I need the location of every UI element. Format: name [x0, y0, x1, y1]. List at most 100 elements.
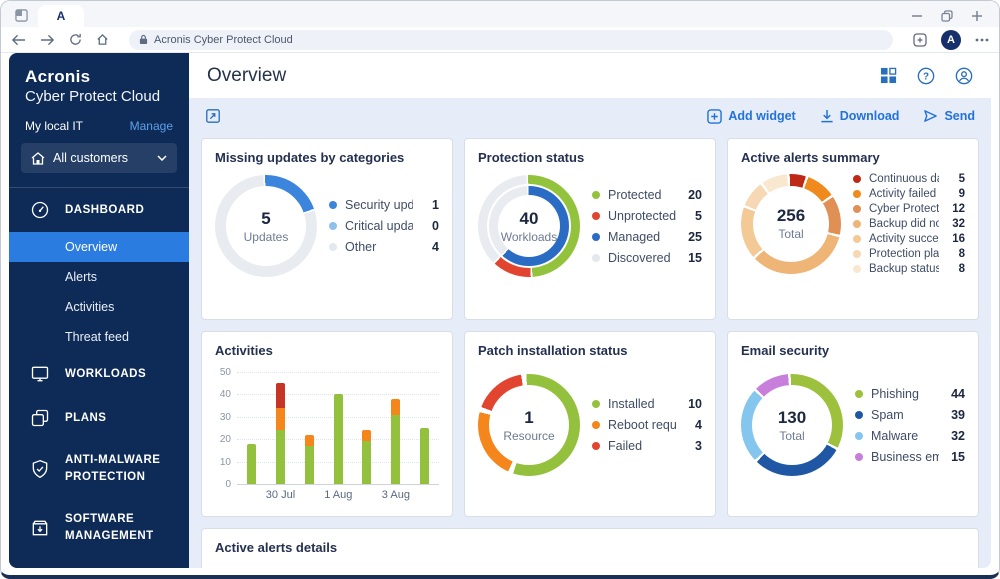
legend-item[interactable]: Other 4	[329, 237, 439, 258]
legend-item[interactable]: Malware 32	[855, 425, 965, 446]
legend-value: 4	[432, 240, 439, 254]
legend-dot-icon	[592, 232, 600, 241]
stacked-bar[interactable]	[391, 398, 401, 484]
sidebar-item-label: MANAGEMENT	[65, 529, 154, 542]
donut-center-label: Total	[779, 428, 805, 443]
back-button[interactable]	[11, 34, 26, 46]
legend-item[interactable]: Managed 25	[592, 226, 702, 247]
legend-item[interactable]: Continuous data pr... 5	[853, 171, 965, 186]
refresh-button[interactable]	[69, 33, 82, 46]
building-icon	[31, 151, 45, 165]
account-icon[interactable]	[955, 67, 973, 85]
legend-item[interactable]: Backup status is un... 8	[853, 261, 965, 276]
legend-label: Reboot required	[608, 418, 676, 432]
legend-label: Backup did not st...	[869, 217, 939, 230]
patch-status-donut[interactable]: 1 Resource	[478, 374, 580, 476]
send-button[interactable]: Send	[923, 109, 975, 124]
sidebar-item-overview[interactable]: Overview	[9, 232, 189, 262]
x-axis-tick	[237, 484, 266, 501]
legend-label: Spam	[871, 407, 904, 422]
sidebar-item-activities[interactable]: Activities	[9, 292, 189, 322]
activities-chart[interactable]: 0 10 20 30 40 50 30 Jul 1 Aug 3 Aug	[215, 366, 439, 501]
minimize-button[interactable]	[911, 10, 923, 22]
donut-center-value: 1	[524, 407, 534, 427]
sidebar-item-threat-feed[interactable]: Threat feed	[9, 322, 189, 352]
legend-item[interactable]: Installed 10	[592, 394, 702, 415]
sidebar-item-dashboard[interactable]: DASHBOARD	[9, 188, 189, 232]
missing-updates-donut[interactable]: 5 Updates	[215, 175, 317, 277]
active-alerts-donut[interactable]: 256 Total	[741, 173, 841, 274]
legend-label: Discovered	[608, 250, 671, 265]
sidebar-item-software-management[interactable]: SOFTWARE MANAGEMENT	[9, 499, 189, 558]
missing-updates-legend: Security updates 1 Critical updates 0 Other 4	[329, 195, 439, 258]
sidebar-item-label: PLANS	[65, 412, 107, 424]
browser-tab[interactable]: A	[38, 5, 84, 27]
legend-label: Cyber Protection s...	[869, 202, 939, 215]
legend-item[interactable]: Activity succeeded... 16	[853, 231, 965, 246]
brand-product: Cyber Protect Cloud	[25, 88, 161, 105]
apps-grid-icon[interactable]	[880, 67, 897, 85]
legend-dot-icon	[592, 190, 600, 199]
widget-title: Active alerts details	[215, 540, 338, 555]
legend-label: Protection plan con...	[869, 247, 939, 260]
restore-button[interactable]	[941, 10, 953, 22]
add-widget-button[interactable]: Add widget	[707, 108, 796, 124]
sidebar-item-alerts[interactable]: Alerts	[9, 262, 189, 292]
legend-item[interactable]: Unprotected 5	[592, 205, 702, 226]
send-icon	[923, 109, 938, 123]
x-axis-tick: 3 Aug	[381, 489, 410, 501]
stacked-bar[interactable]	[362, 430, 372, 484]
legend-item[interactable]: Protected 20	[592, 184, 702, 205]
stacked-bar[interactable]	[275, 383, 285, 484]
protection-status-donut[interactable]: 40 Workloads	[478, 175, 580, 277]
legend-item[interactable]: Failed 3	[592, 436, 702, 457]
address-bar[interactable]: Acronis Cyber Protect Cloud	[129, 29, 893, 50]
sidebar-item-workloads[interactable]: WORKLOADS	[9, 352, 189, 396]
manage-link[interactable]: Manage	[130, 119, 173, 133]
legend-item[interactable]: Business email co... 15	[855, 446, 965, 467]
legend-value: 5	[695, 208, 702, 223]
customers-dropdown[interactable]: All customers	[21, 143, 177, 173]
protection-status-legend: Protected 20 Unprotected 5 Managed 25 Discover…	[592, 184, 702, 268]
popout-icon[interactable]	[205, 108, 221, 124]
legend-dot-icon	[592, 211, 600, 220]
stacked-bar[interactable]	[246, 443, 256, 484]
legend-item[interactable]: Discovered 15	[592, 247, 702, 268]
legend-label: Continuous data pr...	[869, 172, 939, 185]
sidebar-item-anti-malware[interactable]: ANTI-MALWARE PROTECTION	[9, 440, 189, 499]
legend-dot-icon	[592, 421, 600, 429]
legend-dot-icon	[853, 264, 861, 273]
address-text: Acronis Cyber Protect Cloud	[154, 33, 293, 46]
legend-item[interactable]: Phishing 44	[855, 383, 965, 404]
legend-item[interactable]: Protection plan con... 8	[853, 246, 965, 261]
tab-overview-icon[interactable]	[15, 9, 28, 22]
y-axis-tick: 50	[219, 367, 231, 378]
legend-item[interactable]: Reboot required 4	[592, 415, 702, 436]
legend-item[interactable]: Backup did not st... 32	[853, 216, 965, 231]
x-axis-tick: 1 Aug	[324, 489, 353, 501]
legend-item[interactable]: Activity failed 9	[853, 186, 965, 201]
stacked-bar[interactable]	[333, 394, 343, 484]
help-icon[interactable]: ?	[917, 67, 935, 85]
donut-center-value: 40	[519, 208, 539, 228]
legend-item[interactable]: Security updates 1	[329, 195, 439, 216]
sidebar-item-plans[interactable]: PLANS	[9, 396, 189, 440]
legend-item[interactable]: Spam 39	[855, 404, 965, 425]
email-security-donut[interactable]: 130 Total	[741, 374, 843, 476]
forward-button[interactable]	[40, 34, 55, 46]
brand-acronis: Acronis	[25, 67, 91, 86]
browser-menu-button[interactable]	[975, 38, 989, 42]
stacked-bar[interactable]	[304, 434, 314, 484]
legend-item[interactable]: Cyber Protection s... 12	[853, 201, 965, 216]
legend-dot-icon	[853, 174, 861, 183]
legend-item[interactable]: Critical updates 0	[329, 216, 439, 237]
legend-label: Unprotected	[608, 208, 676, 223]
add-tab-icon[interactable]	[913, 32, 927, 47]
legend-dot-icon	[853, 219, 861, 228]
account-avatar[interactable]: A	[941, 29, 961, 50]
monitor-icon	[29, 364, 51, 384]
download-button[interactable]: Download	[820, 109, 899, 124]
stacked-bar[interactable]	[420, 428, 430, 484]
new-tab-button[interactable]	[971, 10, 983, 22]
home-button[interactable]	[96, 33, 109, 46]
